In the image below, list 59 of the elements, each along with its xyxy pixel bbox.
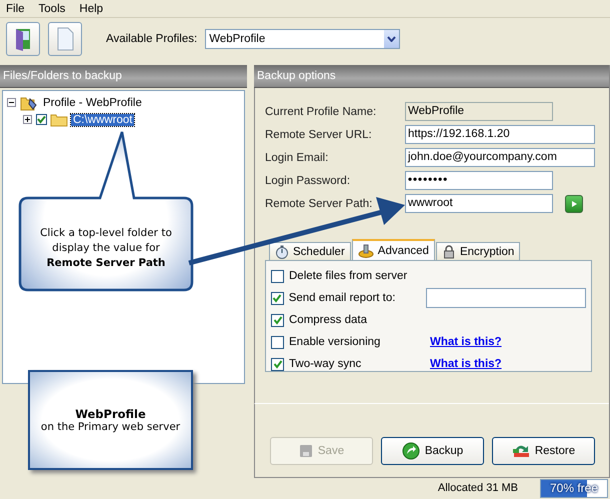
help-link[interactable]: What is this?	[430, 358, 502, 370]
checkbox[interactable]	[271, 358, 284, 370]
checkbox[interactable]	[271, 292, 284, 304]
tree-item[interactable]: Profile - WebProfile	[41, 96, 144, 108]
chevron-down-icon	[387, 36, 396, 42]
play-button[interactable]	[565, 194, 583, 212]
menu-item[interactable]: File	[6, 2, 25, 14]
text-field[interactable]: https://192.168.1.20	[405, 125, 595, 144]
page-icon	[56, 27, 74, 51]
new-page-button[interactable]	[48, 22, 82, 56]
checkbox[interactable]	[271, 336, 284, 348]
play-icon	[569, 198, 579, 208]
folder-icon	[50, 112, 68, 126]
option-label: Two-way sync	[289, 358, 362, 370]
door-button[interactable]	[6, 22, 40, 56]
password-field[interactable]: ••••••••	[405, 171, 553, 190]
callout-title: WebProfile	[75, 407, 146, 421]
menu-item[interactable]: Tools	[38, 2, 66, 14]
lock-icon	[442, 244, 456, 258]
backup-button[interactable]: Backup	[381, 437, 484, 465]
option-label: Compress data	[289, 314, 368, 326]
panel-header: Files/Folders to backup	[0, 65, 248, 88]
stopwatch-icon	[275, 244, 289, 258]
expander-icon[interactable]	[23, 115, 33, 124]
text-field[interactable]: john.doe@yourcompany.com	[405, 148, 595, 167]
option-label: Enable versioning	[289, 336, 382, 348]
tree-item[interactable]: C:\wwwroot	[71, 114, 134, 126]
option-label: Send email report to:	[288, 292, 396, 304]
restore-button[interactable]: Restore	[492, 437, 595, 465]
arrow-circle-icon	[402, 442, 420, 460]
email-report-field[interactable]	[426, 288, 586, 308]
tab[interactable]: Encryption	[436, 242, 520, 260]
restore-icon	[512, 443, 530, 459]
profile-folder-icon	[20, 94, 38, 110]
text-field[interactable]: wwwroot	[405, 194, 553, 213]
field-label: Current Profile Name:	[265, 106, 378, 118]
field-label: Remote Server Path:	[265, 198, 374, 210]
menu-item[interactable]: Help	[79, 2, 104, 14]
checkbox[interactable]	[271, 270, 284, 282]
status-text: Allocated 31 MB	[438, 482, 518, 494]
tab[interactable]: Scheduler	[269, 242, 351, 260]
door-icon	[13, 27, 33, 51]
option-label: Delete files from server	[289, 270, 408, 282]
text-field[interactable]: WebProfile	[405, 102, 553, 121]
callout-text: Click a top-level folder to display the value for Remote Server Path	[39, 226, 173, 271]
joystick-icon	[358, 244, 374, 258]
expander-icon[interactable]	[7, 98, 17, 107]
callout-text: on the Primary web server	[40, 421, 180, 433]
profiles-label: Available Profiles:	[106, 33, 198, 45]
field-label: Login Email:	[265, 152, 330, 164]
profiles-dropdown[interactable]: WebProfile	[205, 29, 400, 49]
field-label: Remote Server URL:	[265, 128, 373, 140]
tab[interactable]: Advanced	[352, 239, 435, 260]
help-link[interactable]: What is this?	[430, 336, 502, 348]
field-label: Login Password:	[265, 174, 352, 186]
save-icon	[298, 444, 313, 458]
panel-header: Backup options	[254, 65, 609, 88]
checkbox[interactable]	[271, 314, 284, 326]
checkbox[interactable]	[36, 114, 47, 125]
